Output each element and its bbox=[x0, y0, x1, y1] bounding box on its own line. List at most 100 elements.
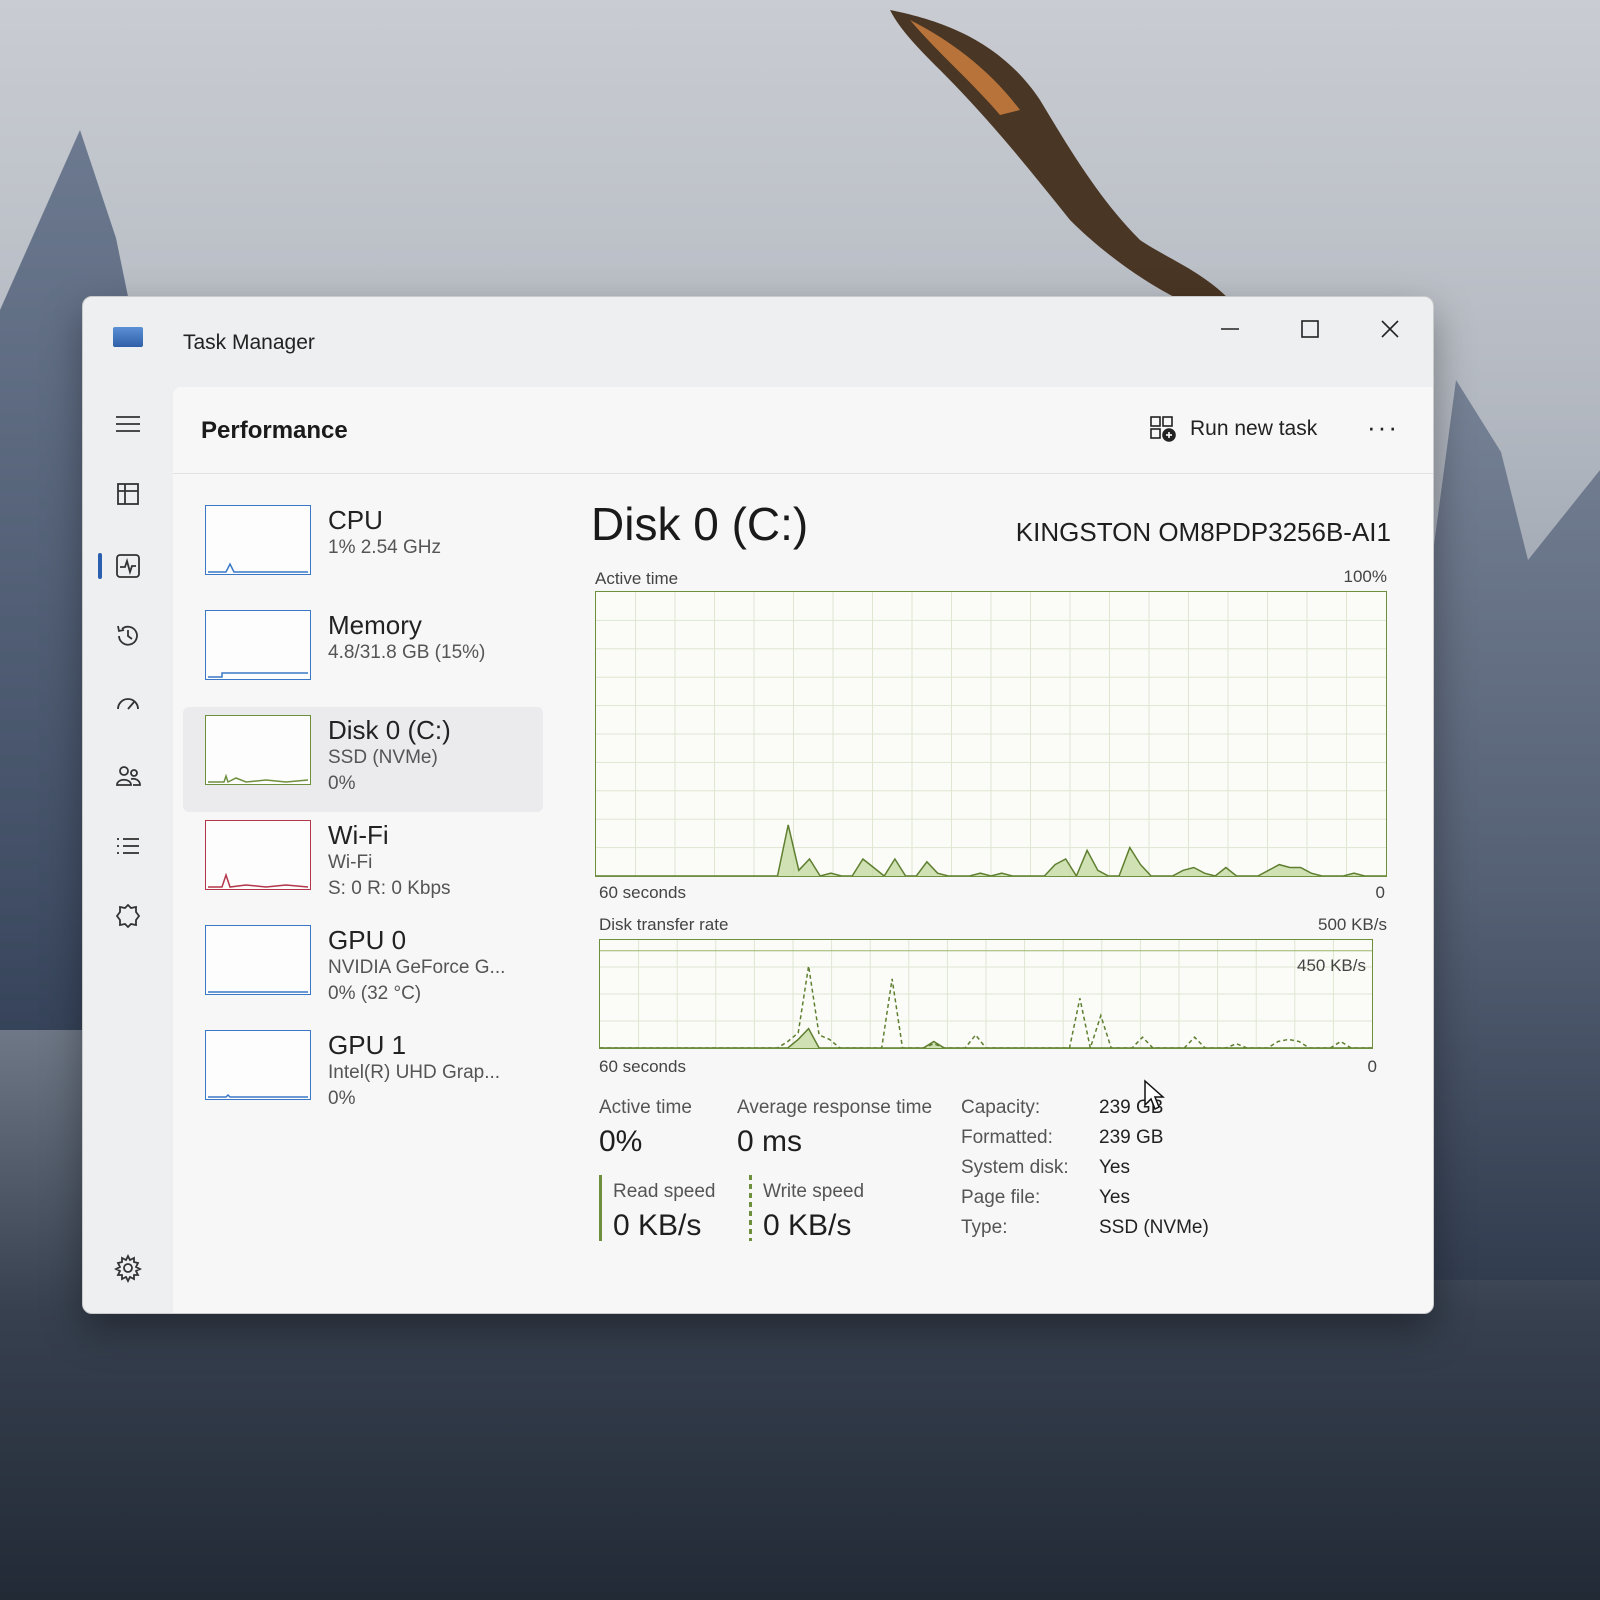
transfer-rate-graph-label: Disk transfer rate bbox=[599, 915, 729, 934]
run-new-task-button[interactable]: Run new task bbox=[1148, 409, 1317, 449]
task-manager-app-icon bbox=[113, 327, 143, 347]
write-speed-label: Write speed bbox=[763, 1181, 865, 1202]
device-thumbnail-line bbox=[208, 672, 308, 678]
window-title: Task Manager bbox=[183, 331, 315, 354]
nav-processes[interactable] bbox=[103, 469, 153, 519]
nav-settings[interactable] bbox=[103, 1243, 153, 1293]
performance-icon bbox=[116, 554, 140, 578]
device-detail: 1% 2.54 GHz bbox=[328, 537, 441, 558]
page-header: Performance Run new task ··· bbox=[173, 387, 1433, 474]
device-name: Memory bbox=[328, 610, 422, 640]
device-name: GPU 1 bbox=[328, 1030, 407, 1060]
device-thumbnail-graph bbox=[205, 505, 311, 575]
close-icon bbox=[1381, 320, 1399, 338]
details-icon bbox=[117, 838, 139, 854]
minimize-icon bbox=[1221, 328, 1239, 330]
device-name: GPU 0 bbox=[328, 925, 407, 955]
wallpaper-bird bbox=[890, 10, 1230, 300]
device-name: CPU bbox=[328, 505, 383, 535]
disk-property-value: Yes bbox=[1099, 1187, 1130, 1208]
device-thumbnail-line bbox=[208, 773, 309, 784]
more-options-button[interactable]: ··· bbox=[1358, 407, 1408, 447]
response-time-stat-label: Average response time bbox=[737, 1097, 933, 1118]
wallpaper-tree-right bbox=[1420, 380, 1600, 1280]
transfer-rate-span-label: 60 seconds bbox=[599, 1057, 686, 1076]
response-time-stat-value: 0 ms bbox=[737, 1125, 803, 1158]
device-thumbnail-graph bbox=[205, 925, 311, 995]
transfer-rate-chart bbox=[600, 940, 1372, 1048]
performance-panel: Performance Run new task ··· CPU 1% 2.54 … bbox=[173, 387, 1433, 1313]
device-item[interactable]: CPU 1% 2.54 GHz bbox=[183, 497, 543, 602]
device-item[interactable]: Disk 0 (C:) SSD (NVMe) 0% bbox=[183, 707, 543, 812]
active-time-graph-label: Active time bbox=[595, 569, 679, 588]
write-speed-legend-line bbox=[749, 1175, 752, 1241]
device-detail: 4.8/31.8 GB (15%) bbox=[328, 642, 486, 663]
nav-performance[interactable] bbox=[103, 541, 153, 591]
active-time-min-label: 0 bbox=[1375, 883, 1385, 902]
device-thumbnail-graph bbox=[205, 610, 311, 680]
close-button[interactable] bbox=[1355, 309, 1425, 349]
title-bar[interactable]: Task Manager bbox=[83, 297, 1433, 387]
device-usage: 0% bbox=[328, 773, 356, 794]
device-thumbnail-graph bbox=[205, 1030, 311, 1100]
task-manager-window: Task Manager Performance Run new task ··… bbox=[82, 296, 1434, 1314]
device-detail: Intel(R) UHD Grap... bbox=[328, 1062, 501, 1083]
device-item[interactable]: GPU 0 NVIDIA GeForce G... 0% (32 °C) bbox=[183, 917, 543, 1022]
services-icon bbox=[115, 903, 141, 929]
device-item[interactable]: Wi-Fi Wi-Fi S: 0 R: 0 Kbps bbox=[183, 812, 543, 917]
run-task-icon bbox=[1150, 416, 1176, 442]
nav-rail bbox=[83, 387, 173, 1313]
active-time-span-label: 60 seconds bbox=[599, 883, 686, 902]
nav-selected-indicator bbox=[98, 553, 102, 579]
maximize-icon bbox=[1301, 320, 1319, 338]
page-title: Performance bbox=[201, 417, 348, 444]
maximize-button[interactable] bbox=[1275, 309, 1345, 349]
nav-users[interactable] bbox=[103, 751, 153, 801]
device-detail: SSD (NVMe) bbox=[328, 747, 438, 768]
gear-icon bbox=[113, 1253, 143, 1283]
active-time-stat-value: 0% bbox=[599, 1125, 643, 1158]
disk-model: KINGSTON OM8PDP3256B-AI1 bbox=[1015, 517, 1391, 547]
disk-property-value: SSD (NVMe) bbox=[1099, 1217, 1209, 1238]
disk-property-value: 239 GB bbox=[1099, 1127, 1164, 1148]
transfer-rate-max-label: 500 KB/s bbox=[1318, 915, 1387, 934]
device-item[interactable]: GPU 1 Intel(R) UHD Grap... 0% bbox=[183, 1022, 543, 1127]
device-thumbnail-line bbox=[208, 872, 309, 888]
run-new-task-label: Run new task bbox=[1190, 417, 1318, 440]
device-detail: Wi-Fi bbox=[328, 852, 373, 873]
minimize-button[interactable] bbox=[1195, 309, 1265, 349]
active-time-max-label: 100% bbox=[1343, 567, 1387, 586]
device-usage: 0% (32 °C) bbox=[328, 983, 422, 1004]
device-detail: NVIDIA GeForce G... bbox=[328, 957, 506, 978]
disk-property-key: Type: bbox=[961, 1217, 1008, 1238]
device-item[interactable]: Memory 4.8/31.8 GB (15%) bbox=[183, 602, 543, 707]
read-speed-legend-line bbox=[599, 1175, 602, 1241]
transfer-rate-min-label: 0 bbox=[1367, 1057, 1377, 1076]
active-time-graph bbox=[595, 591, 1387, 877]
processes-icon bbox=[117, 483, 139, 505]
disk-property-value: Yes bbox=[1099, 1157, 1130, 1178]
nav-app-history[interactable] bbox=[103, 611, 153, 661]
users-icon bbox=[116, 766, 141, 786]
startup-icon bbox=[117, 698, 139, 710]
transfer-rate-inner-label: 450 KB/s bbox=[1297, 956, 1366, 975]
disk-title: Disk 0 (C:) bbox=[591, 498, 809, 550]
history-icon bbox=[117, 625, 138, 646]
nav-details[interactable] bbox=[103, 821, 153, 871]
hamburger-icon bbox=[116, 416, 140, 432]
mouse-cursor-icon bbox=[1144, 1079, 1165, 1111]
device-list: CPU 1% 2.54 GHz Memory 4.8/31.8 GB (15%) Dis… bbox=[183, 497, 543, 1127]
device-thumbnail-line bbox=[208, 562, 308, 573]
nav-startup-apps[interactable] bbox=[103, 681, 153, 731]
disk-property-key: Formatted: bbox=[961, 1127, 1053, 1148]
nav-menu-button[interactable] bbox=[103, 399, 153, 449]
nav-services[interactable] bbox=[103, 891, 153, 941]
transfer-rate-graph: 450 KB/s bbox=[599, 939, 1373, 1049]
device-thumbnail-line bbox=[208, 1093, 308, 1098]
read-speed-value: 0 KB/s bbox=[613, 1209, 702, 1242]
device-usage: 0% bbox=[328, 1088, 356, 1109]
disk-property-key: Page file: bbox=[961, 1187, 1041, 1208]
device-name: Disk 0 (C:) bbox=[328, 715, 451, 745]
device-name: Wi-Fi bbox=[328, 820, 389, 850]
disk-property-key: Capacity: bbox=[961, 1097, 1041, 1118]
